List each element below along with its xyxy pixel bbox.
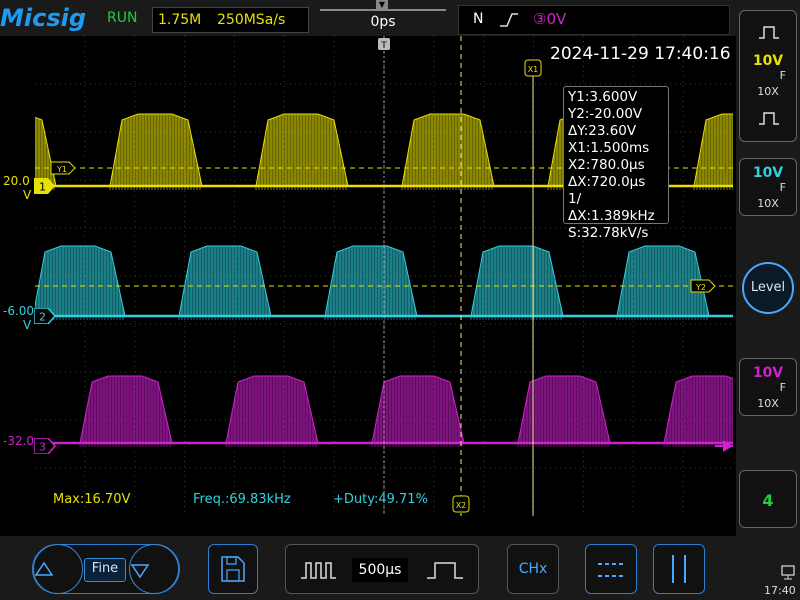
ch3-trace-burst [663,375,733,444]
decrement-button[interactable] [129,544,179,594]
cursor-x2-tag: X2 [452,495,470,513]
cursor-y2-tag-text: Y2 [695,283,706,292]
cursor-x2-tag-text: X2 [456,501,467,510]
save-icon [221,556,245,582]
ch1-control-button[interactable]: 10V F 10X [739,10,797,142]
measurement-frequency[interactable]: Freq.:69.83kHz [193,492,291,507]
ch1-probe: 10X [757,85,779,98]
cursor-delta-x: ΔX:720.0μs [568,174,646,190]
trigger-mode: N [473,11,484,27]
trigger-level-knob[interactable]: Level [742,262,794,314]
ch1-marker-label: 1 [39,181,46,194]
cursor-delta-y: ΔY:23.60V [568,123,637,139]
ch3-probe: 10X [757,397,779,410]
trigger-position-marker: ▼ [376,0,388,10]
ch1-scale: 10V [752,53,784,69]
ch3-marker[interactable]: 3 [34,438,56,454]
ch3-scale: 10V [752,365,784,381]
cursor-x2: X2:780.0μs [568,157,645,173]
cursor-readout-panel[interactable]: Y1:3.600V Y2:-20.00V ΔY:23.60V X1:1.500m… [563,86,669,241]
bottom-control-bar: Fine 500μs CHx [0,536,736,600]
vertical-cursors-icon [672,555,686,583]
ch2-marker[interactable]: 2 [34,308,56,324]
ch3-offset-value: -32.0 [3,434,35,448]
ch1-offset-value: 20.0 [3,174,30,188]
cursor-slew-rate: S:32.78kV/s [568,225,649,241]
delay-value: 0ps [370,14,396,30]
cursor-x1-tag-text: X1 [528,65,539,74]
ch4-control-button[interactable]: 4 [739,470,797,528]
timebase-increase-button[interactable] [420,544,470,594]
ch3-offset-label: -32.0 [3,434,34,448]
ch1-trace-burst [35,116,57,187]
sample-rate: 250MSa/s [217,12,286,28]
right-control-panel: 10V F 10X 10V F 10X Level 10V F 10X 4 [736,0,800,600]
channel-select-button[interactable]: CHx [507,544,559,594]
pulse-icon [758,111,780,125]
ch2-coupling: F [779,181,786,194]
ch1-offset-label: 20.0 V [3,174,31,202]
run-stop-status[interactable]: RUN [107,10,137,26]
ch1-marker[interactable]: 1 [34,178,56,194]
ch1-offset-unit: V [23,188,32,202]
fine-toggle[interactable]: Fine [84,558,126,582]
rising-edge-icon [499,12,519,28]
vertical-cursor-button[interactable] [653,544,705,594]
save-button[interactable] [208,544,258,594]
ch4-label: 4 [762,491,774,510]
cursor-y1-tag: Y1 [50,161,76,175]
ch2-offset-value: -6.00 [3,304,35,318]
horizontal-cursors-icon [598,563,624,577]
ch2-offset-unit: V [23,318,32,332]
increment-button[interactable] [33,544,83,594]
ch2-offset-label: -6.00 V [3,304,34,332]
date-time: 2024-11-29 17:40:16 [550,44,731,64]
expanded-pulse-icon [427,562,463,579]
timebase-decrease-button[interactable] [295,544,345,594]
cursor-y1-tag-text: Y1 [56,165,67,174]
ch2-control-button[interactable]: 10V F 10X [739,158,797,216]
ch2-scale: 10V [752,165,784,181]
ch1-coupling: F [779,69,786,82]
usb-icon [780,564,796,580]
acquisition-info[interactable]: 1.75M 250MSa/s [152,7,309,33]
timebase-value[interactable]: 500μs [352,558,408,582]
cursor-x1: X1:1.500ms [568,140,650,156]
ch2-trace-burst [35,245,126,317]
cursor-y2: Y2:-20.00V [568,106,643,122]
cursor-inverse-delta-x: 1/ΔX:1.389kHz [568,191,655,224]
horizontal-cursor-button[interactable] [585,544,637,594]
trigger-time-tag: T [378,38,390,51]
ch3-control-button[interactable]: 10V F 10X [739,358,797,416]
measurement-max[interactable]: Max:16.70V [53,492,130,507]
pulse-icon [758,25,780,39]
trigger-time-tag-text: T [380,41,387,51]
ch2-probe: 10X [757,197,779,210]
trigger-source-level: ③0V [533,10,567,28]
brand-logo: Micsig [0,4,87,32]
cursor-x1-tag: X1 [524,59,542,77]
ch3-marker-label: 3 [39,441,46,454]
status-clock: 17:40 [764,584,796,597]
triangle-up-icon [34,561,54,576]
measurement-duty[interactable]: +Duty:49.71% [333,492,428,507]
compressed-pulses-icon [301,562,336,579]
triangle-down-icon [130,564,150,579]
horizontal-delay-indicator[interactable]: ▼ 0ps [320,0,446,32]
cursor-y2-tag: Y2 [690,279,716,293]
trigger-info[interactable]: N ③0V [458,5,730,35]
cursor-y1: Y1:3.600V [568,89,638,105]
memory-depth: 1.75M [158,12,202,28]
ch3-coupling: F [779,381,786,394]
ch2-marker-label: 2 [39,311,46,324]
